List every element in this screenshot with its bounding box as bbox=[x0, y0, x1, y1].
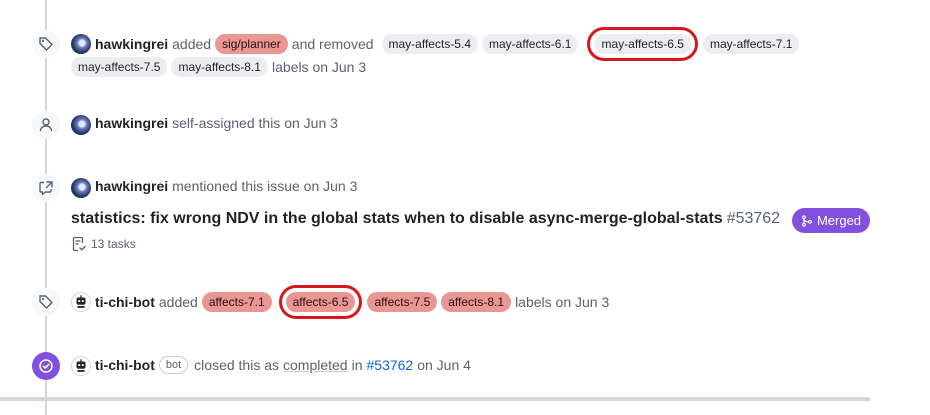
label-may-affects-7-5[interactable]: may-affects-7.5 bbox=[71, 57, 168, 77]
timeline-end-divider bbox=[0, 397, 870, 401]
label-may-affects-7-1[interactable]: may-affects-7.1 bbox=[702, 34, 800, 54]
event-text: closed this as bbox=[194, 357, 279, 373]
git-merge-icon bbox=[802, 214, 812, 227]
pr-link[interactable]: #53762 bbox=[367, 357, 414, 373]
tag-icon bbox=[32, 288, 60, 316]
event-author[interactable]: ti-chi-bot bbox=[95, 357, 155, 373]
label-affects-6-5[interactable]: affects-6.5 bbox=[278, 285, 363, 319]
tasks-count: 13 tasks bbox=[91, 237, 136, 251]
pr-title-text[interactable]: statistics: fix wrong NDV in the global … bbox=[71, 210, 723, 227]
bot-avatar[interactable] bbox=[71, 292, 91, 312]
event-author[interactable]: hawkingrei bbox=[95, 36, 168, 52]
bot-avatar[interactable] bbox=[71, 356, 91, 376]
merged-label: Merged bbox=[816, 213, 862, 228]
label-affects-7-5[interactable]: affects-7.5 bbox=[367, 292, 438, 312]
event-text: added bbox=[172, 36, 212, 52]
pr-number[interactable]: #53762 bbox=[727, 210, 780, 227]
event-timestamp-text: labels on Jun 3 bbox=[271, 59, 367, 75]
check-circle-icon bbox=[32, 352, 60, 380]
event-author[interactable]: hawkingrei bbox=[95, 115, 168, 131]
completed-link[interactable]: completed bbox=[283, 357, 348, 373]
bot-badge: bot bbox=[158, 356, 189, 374]
label-affects-7-1[interactable]: affects-7.1 bbox=[201, 292, 272, 312]
merged-status-badge: Merged bbox=[792, 208, 870, 233]
checklist-icon bbox=[72, 236, 86, 252]
cross-reference-icon bbox=[32, 174, 60, 202]
avatar[interactable] bbox=[71, 34, 91, 54]
event-author[interactable]: hawkingrei bbox=[95, 178, 168, 194]
tag-icon bbox=[32, 30, 60, 58]
label-may-affects-8-1[interactable]: may-affects-8.1 bbox=[171, 57, 268, 77]
event-text: self-assigned this on Jun 3 bbox=[172, 115, 338, 131]
person-icon bbox=[32, 111, 60, 139]
event-author[interactable]: ti-chi-bot bbox=[95, 294, 155, 310]
avatar[interactable] bbox=[71, 178, 91, 198]
label-affects-8-1[interactable]: affects-8.1 bbox=[441, 292, 512, 312]
timeline-event-labels-changed-continued: may-affects-7.5 may-affects-8.1 labels o… bbox=[71, 57, 370, 77]
event-text: in bbox=[351, 357, 363, 373]
timeline-event-labels-changed: hawkingrei added sig/planner and removed… bbox=[95, 27, 803, 61]
event-timestamp-text: labels on Jun 3 bbox=[515, 294, 610, 310]
label-may-affects-5-4[interactable]: may-affects-5.4 bbox=[381, 34, 478, 54]
label-may-affects-6-1[interactable]: may-affects-6.1 bbox=[482, 34, 579, 54]
event-text: added bbox=[158, 294, 198, 310]
timeline-event-mentioned: hawkingrei mentioned this issue on Jun 3 bbox=[95, 178, 361, 194]
task-progress: 13 tasks bbox=[71, 236, 136, 252]
timeline-event-assigned: hawkingrei self-assigned this on Jun 3 bbox=[95, 115, 342, 131]
event-text: and removed bbox=[291, 36, 374, 52]
event-timestamp-text: on Jun 4 bbox=[417, 357, 471, 373]
referenced-pr-title[interactable]: statistics: fix wrong NDV in the global … bbox=[71, 210, 780, 228]
label-sig-planner[interactable]: sig/planner bbox=[215, 34, 288, 54]
timeline-event-labels-added: ti-chi-bot added affects-7.1 affects-6.5… bbox=[95, 285, 613, 319]
avatar[interactable] bbox=[71, 115, 91, 135]
event-text: mentioned this issue on Jun 3 bbox=[172, 178, 358, 194]
timeline-event-closed: ti-chi-bot bot closed this as completed … bbox=[95, 356, 475, 374]
label-may-affects-6-5[interactable]: may-affects-6.5 bbox=[587, 27, 699, 61]
